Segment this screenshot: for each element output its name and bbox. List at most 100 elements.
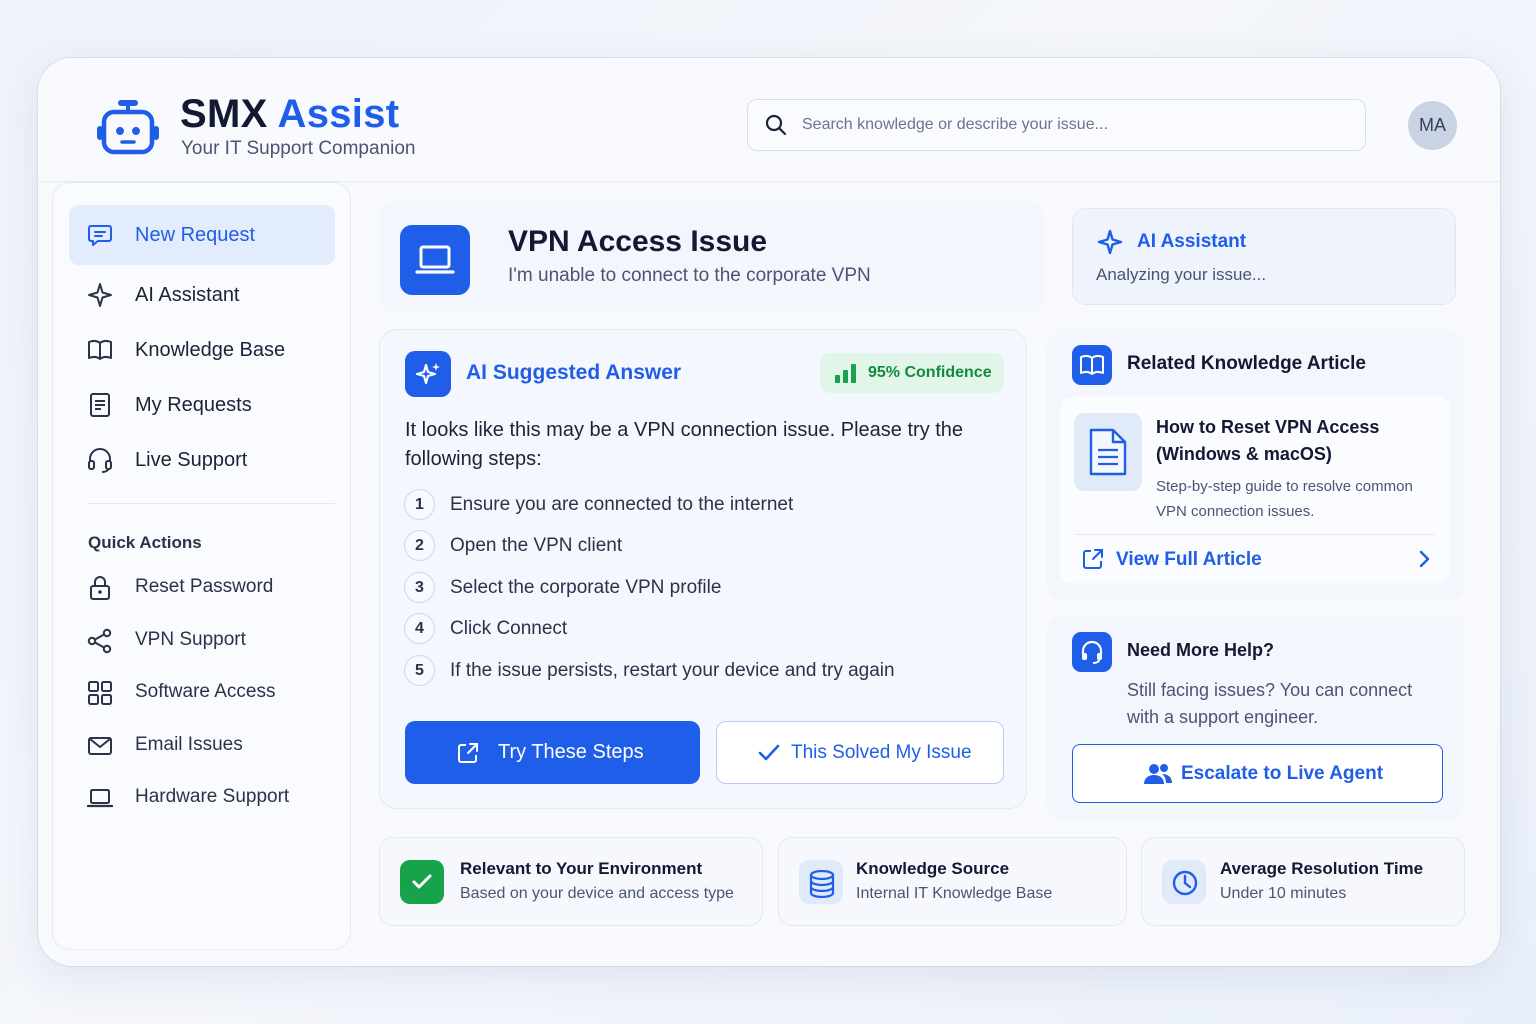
need-more-help-card: Need More Help? Still facing issues? You… (1046, 616, 1465, 820)
ai-assistant-status-card: AI Assistant Analyzing your issue... (1072, 208, 1456, 305)
step-text: Select the corporate VPN profile (450, 577, 722, 598)
sidebar: New Request AI Assistant Knowledge Base … (52, 182, 351, 950)
article-doc-box (1074, 413, 1142, 491)
app-window: SMX Assist Your IT Support Companion MA … (38, 58, 1500, 966)
button-label: Try These Steps (498, 741, 644, 763)
confidence-label: 95% Confidence (868, 364, 992, 381)
view-full-article-link[interactable]: View Full Article (1074, 536, 1436, 582)
step-number: 2 (404, 530, 435, 561)
step-number: 1 (404, 489, 435, 520)
laptop-icon (87, 789, 113, 808)
laptop-icon (415, 245, 455, 274)
check-icon (412, 874, 432, 889)
kb-title: Related Knowledge Article (1127, 353, 1366, 374)
issue-subtitle: I'm unable to connect to the corporate V… (508, 265, 871, 286)
escalate-to-live-agent-button[interactable]: Escalate to Live Agent (1072, 744, 1443, 803)
sidebar-item-label: New Request (135, 223, 256, 246)
search-bar[interactable] (747, 99, 1366, 151)
search-input[interactable] (802, 100, 1342, 149)
sparkle-icon (415, 363, 440, 385)
this-solved-my-issue-button[interactable]: This Solved My Issue (716, 721, 1004, 784)
lock-icon (90, 576, 110, 600)
sidebar-divider (87, 503, 335, 504)
ai-suggested-answer-card: AI Suggested Answer 95% Confidence It lo… (379, 329, 1027, 809)
step-item: 1 Ensure you are connected to the intern… (404, 489, 1004, 521)
issue-title: VPN Access Issue (508, 225, 768, 258)
sidebar-item-knowledge-base[interactable]: Knowledge Base (69, 320, 335, 380)
sidebar-item-my-requests[interactable]: My Requests (69, 375, 335, 435)
signal-bars-icon (835, 364, 856, 383)
info-card-environment: Relevant to Your Environment Based on yo… (379, 837, 763, 926)
info-subtitle: Under 10 minutes (1220, 885, 1347, 902)
clock-icon (1172, 870, 1198, 896)
user-avatar[interactable]: MA (1408, 101, 1457, 150)
article-title: How to Reset VPN Access (Windows & macOS… (1156, 417, 1380, 464)
quick-action-label: Email Issues (135, 734, 243, 755)
step-text: Ensure you are connected to the internet (450, 494, 794, 515)
sidebar-item-label: Live Support (135, 448, 248, 471)
sidebar-item-ai-assistant[interactable]: AI Assistant (69, 265, 335, 325)
quick-action-hardware-support[interactable]: Hardware Support (69, 773, 335, 823)
sidebar-item-live-support[interactable]: Live Support (69, 430, 335, 490)
step-item: 4 Click Connect (404, 613, 1004, 645)
users-icon (1144, 764, 1172, 784)
step-text: If the issue persists, restart your devi… (450, 660, 895, 681)
article-card[interactable]: How to Reset VPN Access (Windows & macOS… (1060, 397, 1450, 583)
help-icon-box (1072, 632, 1112, 672)
header: SMX Assist Your IT Support Companion MA (38, 58, 1500, 182)
chevron-right-icon (1419, 550, 1430, 568)
answer-intro: It looks like this may be a VPN connecti… (405, 419, 964, 470)
headset-icon (88, 448, 112, 473)
link-label: View Full Article (1116, 549, 1262, 570)
info-subtitle: Based on your device and access type (460, 885, 734, 902)
grid-icon (88, 681, 112, 705)
quick-action-label: Reset Password (135, 576, 274, 597)
sidebar-item-label: My Requests (135, 393, 252, 416)
quick-action-software-access[interactable]: Software Access (69, 668, 335, 718)
step-item: 5 If the issue persists, restart your de… (404, 655, 1004, 687)
quick-action-vpn-support[interactable]: VPN Support (69, 616, 335, 666)
sidebar-item-label: Knowledge Base (135, 338, 286, 361)
button-label: This Solved My Issue (791, 742, 972, 763)
ai-status-text: Analyzing your issue... (1096, 265, 1267, 284)
step-number: 4 (404, 613, 435, 644)
info-card-resolution-time: Average Resolution Time Under 10 minutes (1141, 837, 1465, 926)
issue-icon-box (400, 225, 470, 295)
clock-box (1162, 860, 1206, 904)
external-link-icon (458, 743, 478, 763)
check-box (400, 860, 444, 904)
search-icon (765, 114, 787, 136)
info-card-knowledge-source: Knowledge Source Internal IT Knowledge B… (778, 837, 1127, 926)
sidebar-item-new-request[interactable]: New Request (69, 205, 335, 265)
mail-icon (88, 737, 112, 755)
database-box (799, 860, 843, 904)
ai-status-title: AI Assistant (1137, 231, 1247, 252)
quick-action-label: VPN Support (135, 629, 246, 650)
sparkle-icon (1097, 229, 1123, 255)
quick-action-label: Hardware Support (135, 786, 290, 807)
answer-title: AI Suggested Answer (466, 361, 682, 384)
share-icon (87, 628, 112, 654)
button-label: Escalate to Live Agent (1181, 763, 1384, 784)
document-icon (1089, 428, 1127, 476)
info-title: Average Resolution Time (1220, 859, 1424, 878)
step-text: Open the VPN client (450, 535, 623, 556)
book-icon (1080, 354, 1104, 375)
try-these-steps-button[interactable]: Try These Steps (405, 721, 700, 784)
info-title: Knowledge Source (856, 859, 1010, 878)
help-title: Need More Help? (1127, 640, 1275, 660)
quick-action-reset-password[interactable]: Reset Password (69, 563, 335, 613)
sparkle-icon (88, 283, 112, 307)
database-icon (809, 870, 835, 898)
step-item: 3 Select the corporate VPN profile (404, 572, 1004, 604)
quick-actions-title: Quick Actions (88, 533, 202, 552)
book-icon (88, 339, 112, 360)
answer-icon-box (405, 351, 451, 397)
quick-action-email-issues[interactable]: Email Issues (69, 721, 335, 771)
related-knowledge-card: Related Knowledge Article How to Reset V… (1046, 329, 1465, 601)
document-icon (90, 393, 110, 417)
external-link-icon (1083, 549, 1103, 569)
step-item: 2 Open the VPN client (404, 530, 1004, 562)
kb-icon-box (1072, 345, 1112, 385)
check-icon (758, 744, 780, 761)
